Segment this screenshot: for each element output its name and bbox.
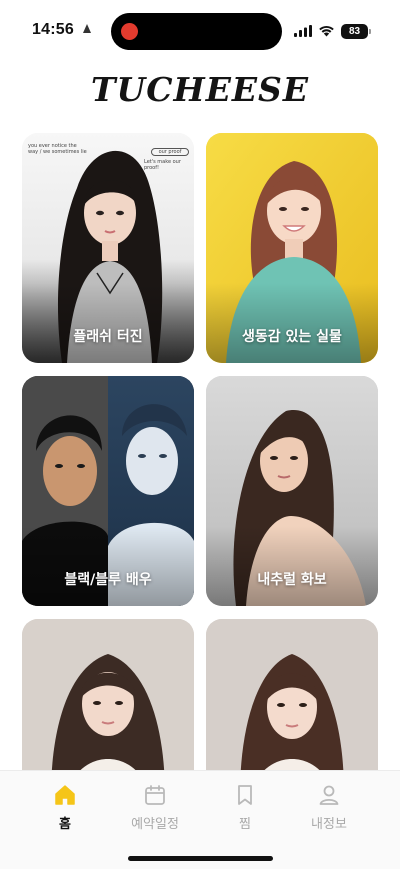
card-photo: [22, 619, 194, 779]
status-time: 14:56: [32, 21, 74, 38]
app-logo: TUCHEESE: [90, 70, 310, 109]
status-bar: 14:56 83: [0, 0, 400, 62]
tab-label: 찜: [239, 817, 251, 832]
calendar-icon: [145, 785, 165, 805]
focus-mode-icon: [80, 22, 94, 40]
battery-icon: 83: [341, 24, 371, 39]
recording-indicator-icon: [121, 23, 138, 40]
person-icon: [319, 785, 339, 805]
card-caption-right: Let's make our proof!: [144, 159, 181, 171]
category-card-5[interactable]: [22, 619, 194, 779]
card-label: 생동감 있는 실물: [242, 329, 342, 345]
tab-saved[interactable]: 찜: [205, 783, 285, 832]
tab-label: 홈: [59, 817, 71, 832]
cellular-signal-icon: [294, 22, 312, 41]
tab-my-info[interactable]: 내정보: [289, 783, 369, 832]
card-caption-left: you ever notice the way / we sometimes l…: [28, 143, 87, 155]
card-caption-badge: our proof: [151, 148, 189, 156]
category-card-flash[interactable]: you ever notice the way / we sometimes l…: [22, 133, 194, 363]
category-card-black-blue[interactable]: 블랙/블루 배우: [22, 376, 194, 606]
card-label: 블랙/블루 배우: [64, 572, 152, 588]
card-label: 내추럴 화보: [257, 572, 327, 588]
category-card-lively[interactable]: 생동감 있는 실물: [206, 133, 378, 363]
category-card-6[interactable]: [206, 619, 378, 779]
category-card-natural[interactable]: 내추럴 화보: [206, 376, 378, 606]
tab-home[interactable]: 홈: [25, 783, 105, 832]
bookmark-icon: [238, 785, 252, 805]
dynamic-island: [111, 13, 282, 50]
card-photo: [206, 619, 378, 779]
tab-schedule[interactable]: 예약일정: [115, 783, 195, 832]
wifi-icon: [318, 22, 335, 41]
status-indicators: 83: [294, 22, 371, 41]
tab-label: 내정보: [311, 817, 347, 832]
bottom-tab-bar: 홈 예약일정 찜 내정보: [0, 770, 400, 869]
home-indicator[interactable]: [128, 856, 273, 861]
home-icon: [55, 785, 75, 805]
card-label: 플래쉬 터진: [73, 329, 143, 345]
tab-label: 예약일정: [131, 817, 179, 832]
